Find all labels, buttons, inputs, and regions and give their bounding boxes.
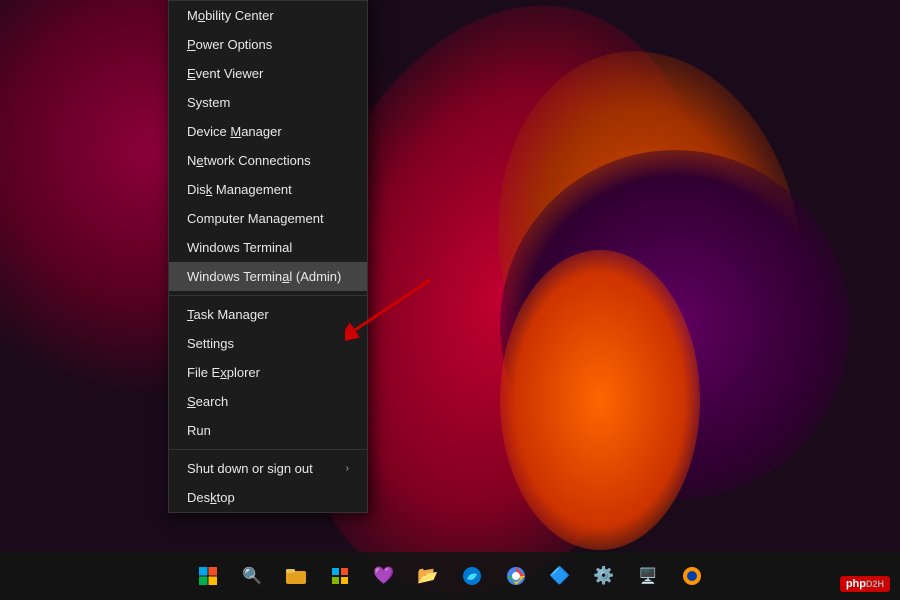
menu-item-label-run: Run	[187, 423, 211, 438]
menu-item-computer-management[interactable]: Computer Management	[169, 204, 367, 233]
menu-item-network-connections[interactable]: Network Connections	[169, 146, 367, 175]
menu-item-label-mobility-center: Mobility Center	[187, 8, 274, 23]
submenu-arrow-shut-down: ›	[346, 463, 349, 474]
menu-item-power-options[interactable]: Power Options	[169, 30, 367, 59]
taskbar-slack[interactable]: 🔷	[540, 556, 580, 596]
taskbar-teams[interactable]: 💜	[364, 556, 404, 596]
menu-item-event-viewer[interactable]: Event Viewer	[169, 59, 367, 88]
menu-item-label-computer-management: Computer Management	[187, 211, 324, 226]
menu-item-device-manager[interactable]: Device Manager	[169, 117, 367, 146]
menu-item-label-windows-terminal-admin: Windows Terminal (Admin)	[187, 269, 341, 284]
taskbar-folder2[interactable]: 📂	[408, 556, 448, 596]
taskbar-windows-button[interactable]	[188, 556, 228, 596]
taskbar-search-button[interactable]: 🔍	[232, 556, 272, 596]
menu-separator	[169, 449, 367, 450]
menu-item-desktop[interactable]: Desktop	[169, 483, 367, 512]
taskbar-file-explorer[interactable]	[276, 556, 316, 596]
menu-item-search[interactable]: Search	[169, 387, 367, 416]
menu-item-label-event-viewer: Event Viewer	[187, 66, 263, 81]
menu-item-label-windows-terminal: Windows Terminal	[187, 240, 292, 255]
menu-item-task-manager[interactable]: Task Manager	[169, 300, 367, 329]
menu-item-label-system: System	[187, 95, 230, 110]
taskbar: 🔍 💜 📂 🔷 ⚙️ 🖥️	[0, 552, 900, 600]
taskbar-firefox[interactable]	[672, 556, 712, 596]
menu-item-label-settings: Settings	[187, 336, 234, 351]
menu-item-windows-terminal-admin[interactable]: Windows Terminal (Admin)	[169, 262, 367, 291]
menu-item-label-desktop: Desktop	[187, 490, 235, 505]
menu-item-file-explorer[interactable]: File Explorer	[169, 358, 367, 387]
menu-item-disk-management[interactable]: Disk Management	[169, 175, 367, 204]
menu-item-run[interactable]: Run	[169, 416, 367, 445]
menu-item-label-shut-down: Shut down or sign out	[187, 461, 313, 476]
php-badge: phpD2H	[840, 576, 890, 592]
menu-item-label-network-connections: Network Connections	[187, 153, 311, 168]
menu-item-label-search: Search	[187, 394, 228, 409]
taskbar-settings[interactable]: ⚙️	[584, 556, 624, 596]
taskbar-store[interactable]	[320, 556, 360, 596]
menu-separator	[169, 295, 367, 296]
menu-item-label-device-manager: Device Manager	[187, 124, 282, 139]
menu-item-mobility-center[interactable]: Mobility Center	[169, 1, 367, 30]
menu-item-label-power-options: Power Options	[187, 37, 272, 52]
menu-item-shut-down[interactable]: Shut down or sign out ›	[169, 454, 367, 483]
menu-item-label-disk-management: Disk Management	[187, 182, 292, 197]
taskbar-chrome[interactable]	[496, 556, 536, 596]
menu-item-settings[interactable]: Settings	[169, 329, 367, 358]
desktop-background	[0, 0, 900, 600]
menu-item-label-file-explorer: File Explorer	[187, 365, 260, 380]
taskbar-rdp[interactable]: 🖥️	[628, 556, 668, 596]
context-menu: Mobility Center Power Options Event Viewer…	[168, 0, 368, 513]
menu-item-label-task-manager: Task Manager	[187, 307, 269, 322]
menu-item-windows-terminal[interactable]: Windows Terminal	[169, 233, 367, 262]
menu-item-system[interactable]: System	[169, 88, 367, 117]
taskbar-edge[interactable]	[452, 556, 492, 596]
